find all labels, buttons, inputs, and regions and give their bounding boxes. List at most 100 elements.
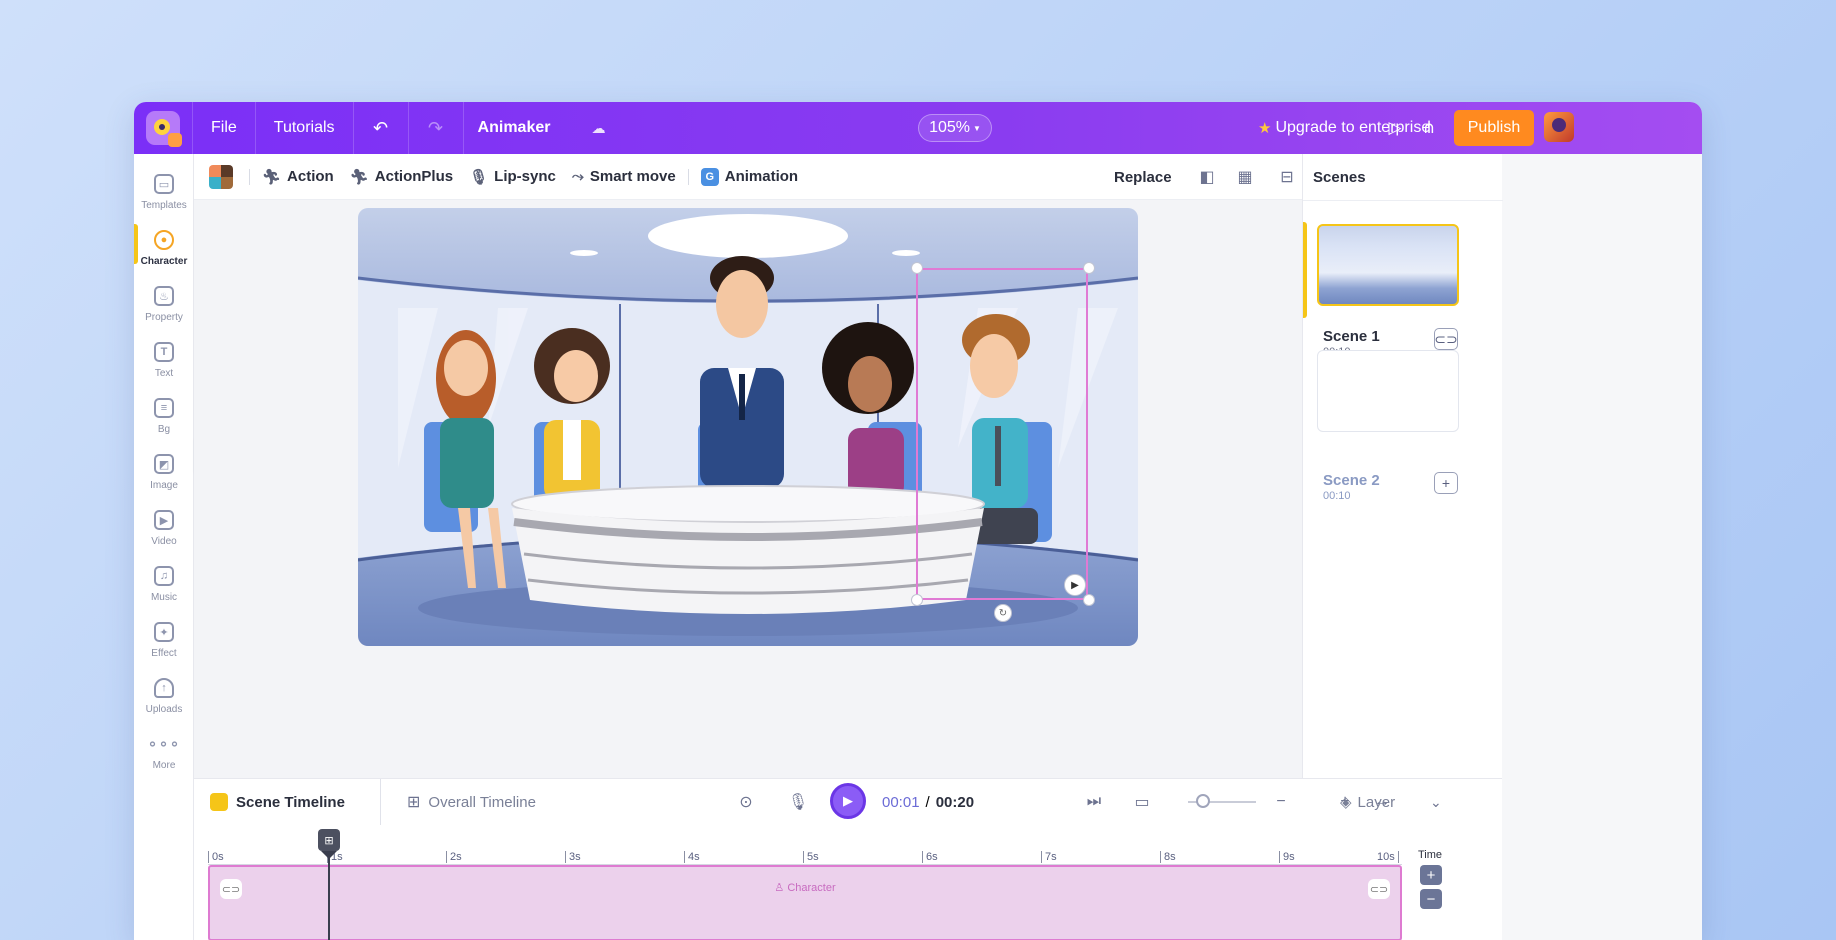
undo-icon[interactable]: ↶ (354, 102, 408, 154)
ruler-tick: 0s (208, 851, 224, 863)
share-icon[interactable]: ⋔ (1414, 102, 1444, 154)
text-icon: T (154, 342, 174, 362)
property-icon: ♨ (154, 286, 174, 306)
sidebar-item-property[interactable]: ♨ Property (134, 280, 194, 336)
sidebar-item-label: Character (140, 256, 188, 267)
timeline-zoom-slider[interactable] (1188, 794, 1256, 808)
redo-icon[interactable]: ↷ (409, 102, 463, 154)
lipsync-button[interactable]: 🎙︎ Lip-sync (461, 154, 564, 200)
time-readout: 00:01 / 00:20 (882, 793, 975, 811)
ruler-tick: 3s (565, 851, 581, 863)
camera-focus-icon[interactable]: ⊙ (732, 779, 760, 825)
sidebar-item-music[interactable]: ♫ Music (134, 560, 194, 616)
time-decrease-button[interactable]: − (1420, 889, 1442, 909)
flip-icon[interactable]: ◧ (1194, 154, 1220, 200)
scene-2-name[interactable]: Scene 2 (1323, 472, 1380, 489)
sidebar-item-label: Bg (157, 424, 171, 435)
skip-forward-icon[interactable]: ⏭ (1080, 779, 1108, 825)
sidebar-item-text[interactable]: T Text (134, 336, 194, 392)
sidebar-item-label: Music (150, 592, 178, 603)
layer-button[interactable]: ◈ Layer (1340, 779, 1395, 825)
subtitles-icon[interactable]: ▭ (1128, 779, 1156, 825)
project-name[interactable]: Animaker (464, 119, 590, 137)
replace-button[interactable]: Replace (1114, 154, 1172, 200)
selection-box[interactable] (916, 268, 1088, 600)
resize-handle[interactable] (911, 594, 923, 606)
uploads-icon: ↑ (154, 678, 174, 698)
align-icon[interactable]: ⊟ (1274, 154, 1300, 200)
sidebar-item-more[interactable]: ∘∘∘ More (134, 728, 194, 784)
resize-handle[interactable] (1083, 594, 1095, 606)
tab-scene-timeline[interactable]: Scene Timeline (210, 779, 345, 825)
time-increase-button[interactable]: + (1420, 865, 1442, 885)
sidebar-item-label: Text (154, 368, 174, 379)
sidebar-item-effect[interactable]: ✦ Effect (134, 616, 194, 672)
sidebar-item-image[interactable]: ◩ Image (134, 448, 194, 504)
playhead-split-icon[interactable]: ⊞ (318, 829, 340, 851)
character-track[interactable]: ⊂⊃ ♙ Character ⊂⊃ (208, 865, 1402, 940)
play-animation-icon[interactable]: ▶ (1064, 574, 1086, 596)
microphone-icon[interactable]: 🎙︎ (784, 779, 812, 825)
playhead[interactable] (328, 855, 330, 940)
app-logo[interactable] (134, 102, 192, 154)
rotate-icon[interactable]: ↻ (994, 604, 1012, 622)
slider-knob[interactable] (1196, 794, 1210, 808)
sidebar-item-templates[interactable]: ▭ Templates (134, 168, 194, 224)
scene-canvas[interactable]: ▶ ↻ (358, 208, 1138, 646)
ruler-tick: 7s (1041, 851, 1057, 863)
templates-icon: ▭ (154, 174, 174, 194)
file-menu[interactable]: File (193, 102, 255, 154)
timeline-ruler[interactable]: 0s 1s 2s 3s 4s 5s 6s 7s 8s 9s 10s (208, 851, 1402, 865)
sidebar-item-label: More (152, 760, 176, 771)
ruler-tick: 8s (1160, 851, 1176, 863)
image-icon: ◩ (154, 454, 174, 474)
logo-icon (146, 111, 182, 147)
sidebar-item-character[interactable]: ● Character (134, 224, 194, 280)
ruler-tick: 10s (1374, 851, 1399, 863)
person-icon: ♙ (774, 882, 788, 894)
scene-timeline-icon (210, 793, 228, 811)
add-scene-icon[interactable]: + (1434, 472, 1458, 494)
current-time: 00:01 (882, 793, 920, 811)
play-button[interactable]: ▶ (830, 783, 866, 819)
transparency-icon[interactable]: ▦ (1232, 154, 1258, 200)
total-time: 00:20 (935, 793, 975, 811)
more-icon: ∘∘∘ (147, 736, 181, 753)
action-button[interactable]: 🏃︎ Action (254, 154, 342, 200)
collapse-timeline-icon[interactable]: ⌄ (1430, 779, 1442, 825)
track-transition-icon[interactable]: ⊂⊃ (1368, 879, 1390, 899)
tab-overall-timeline[interactable]: ⊞ Overall Timeline (380, 779, 536, 825)
resize-handle[interactable] (1083, 262, 1095, 274)
microphone-icon: 🎙︎ (469, 168, 489, 186)
ruler-tick: 6s (922, 851, 938, 863)
character-toolbar: 🏃︎ Action 🏃︎ ActionPlus 🎙︎ Lip-sync ⤳ Smart … (194, 154, 1377, 200)
scene-transition-icon[interactable]: ⊂⊃ (1434, 328, 1458, 350)
scene-2-thumbnail[interactable] (1317, 350, 1459, 432)
overall-timeline-icon: ⊞ (407, 794, 421, 811)
animation-button[interactable]: G Animation (693, 154, 806, 200)
time-label: Time (1417, 849, 1443, 861)
timeline-panel: Scene Timeline ⊞ Overall Timeline ⊙ 🎙︎ ⏮… (194, 778, 1502, 940)
sidebar-item-bg[interactable]: ≡ Bg (134, 392, 194, 448)
scene-1-name[interactable]: Scene 1 (1323, 328, 1380, 345)
color-swatch[interactable] (209, 164, 233, 189)
zoom-out-icon[interactable]: − (1274, 779, 1288, 825)
sidebar-item-uploads[interactable]: ↑ Uploads (134, 672, 194, 728)
tutorials-menu[interactable]: Tutorials (256, 102, 353, 154)
ruler-tick: 9s (1279, 851, 1295, 863)
sidebar-item-label: Effect (151, 648, 177, 659)
app-window: File Tutorials ↶ ↷ Animaker ☁ 105% ▼ ★ Up… (134, 102, 1702, 940)
actionplus-button[interactable]: 🏃︎ ActionPlus (342, 154, 461, 200)
animation-icon: G (700, 167, 719, 186)
publish-button[interactable]: Publish (1454, 110, 1534, 146)
sidebar-item-label: Video (151, 536, 177, 547)
zoom-dropdown[interactable]: 105% ▼ (918, 114, 992, 142)
smartmove-button[interactable]: ⤳ Smart move (564, 154, 684, 200)
avatar[interactable] (1544, 112, 1574, 142)
sidebar-item-video[interactable]: ▶ Video (134, 504, 194, 560)
caret-down-icon: ▼ (973, 123, 981, 133)
scene-1-thumbnail[interactable] (1317, 224, 1459, 306)
preview-play-icon[interactable]: ▷ (1380, 102, 1410, 154)
resize-handle[interactable] (911, 262, 923, 274)
bg-icon: ≡ (154, 398, 174, 418)
